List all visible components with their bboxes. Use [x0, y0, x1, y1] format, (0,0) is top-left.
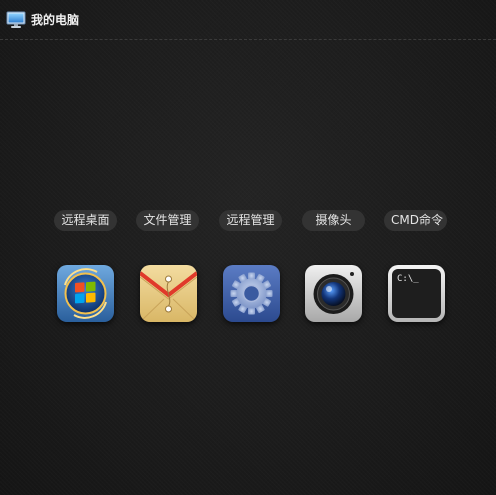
file-envelope-icon	[140, 265, 197, 322]
window-title: 我的电脑	[31, 13, 80, 27]
terminal-prompt-text: C:\_	[397, 274, 419, 284]
app-icons-row: C:\_	[0, 265, 496, 325]
computer-monitor-icon	[6, 11, 26, 29]
remote-management-button[interactable]	[223, 265, 280, 322]
remote-desktop-button[interactable]	[57, 265, 114, 322]
app-label-file-manager[interactable]: 文件管理	[136, 210, 199, 231]
desktop-page: 我的电脑 远程桌面 文件管理 远程管理 摄像头 CMD命令 C:\_	[0, 0, 496, 495]
app-label-remote-desktop[interactable]: 远程桌面	[54, 210, 117, 231]
camera-button[interactable]	[305, 265, 362, 322]
app-label-remote-management[interactable]: 远程管理	[219, 210, 282, 231]
gear-icon	[223, 265, 280, 322]
camera-icon	[305, 265, 362, 322]
windows-logo-icon	[57, 265, 114, 322]
title-bar: 我的电脑	[0, 0, 496, 40]
cmd-button[interactable]: C:\_	[388, 265, 445, 322]
app-labels-row: 远程桌面 文件管理 远程管理 摄像头 CMD命令	[0, 210, 496, 232]
app-label-camera[interactable]: 摄像头	[302, 210, 365, 231]
app-label-cmd[interactable]: CMD命令	[384, 210, 447, 231]
file-manager-button[interactable]	[140, 265, 197, 322]
